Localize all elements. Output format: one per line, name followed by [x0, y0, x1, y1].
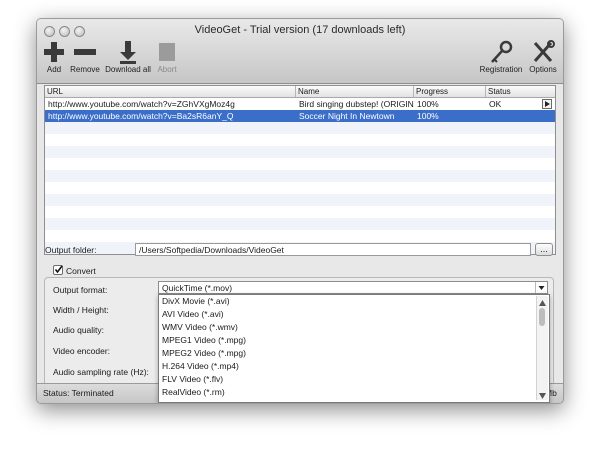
format-option[interactable]: MPEG1 Video (*.mpg) [162, 334, 246, 347]
browse-folder-button[interactable]: ... [535, 243, 553, 256]
download-all-button[interactable]: Download all [105, 39, 151, 81]
options-button[interactable]: Options [527, 39, 559, 81]
row-status: OK [489, 99, 502, 109]
empty-row [45, 182, 555, 194]
status-text: Status: Terminated [43, 388, 114, 398]
remove-button[interactable]: Remove [69, 39, 101, 81]
empty-row [45, 158, 555, 170]
scroll-up-arrow-icon[interactable] [539, 298, 546, 308]
table-header: URL Name Progress Status [45, 86, 555, 98]
row-name: Bird singing dubstep! (ORIGINAL) [299, 99, 414, 109]
column-header-progress[interactable]: Progress [414, 86, 486, 97]
row-progress: 100% [417, 111, 439, 121]
audio-sampling-rate-label: Audio sampling rate (Hz): [53, 367, 149, 377]
options-label: Options [529, 65, 557, 74]
abort-button[interactable]: Abort [153, 39, 181, 81]
app-window: VideoGet - Trial version (17 downloads l… [36, 18, 564, 404]
empty-row [45, 170, 555, 182]
abort-label: Abort [157, 65, 177, 74]
empty-row [45, 146, 555, 158]
stop-icon [153, 39, 181, 65]
empty-row [45, 206, 555, 218]
empty-row [45, 134, 555, 146]
output-format-label: Output format: [53, 285, 108, 295]
format-option[interactable]: RealVideo (*.rm) [162, 386, 225, 399]
add-label: Add [46, 65, 62, 74]
registration-label: Registration [479, 65, 523, 74]
format-option[interactable]: DivX Movie (*.avi) [162, 295, 230, 308]
format-option[interactable]: AVI Video (*.avi) [162, 308, 224, 321]
title-bar: VideoGet - Trial version (17 downloads l… [37, 19, 563, 84]
minus-icon [69, 39, 101, 65]
download-arrow-icon [105, 39, 151, 65]
window-title: VideoGet - Trial version (17 downloads l… [194, 24, 406, 36]
convert-label: Convert [66, 266, 96, 276]
row-url: http://www.youtube.com/watch?v=Ba2sR6anY… [48, 111, 234, 121]
convert-checkbox[interactable] [53, 265, 63, 275]
scroll-down-arrow-icon[interactable] [539, 391, 546, 401]
format-option[interactable]: MPEG2 Video (*.mpg) [162, 347, 246, 360]
table-row[interactable]: http://www.youtube.com/watch?v=ZGhVXgMoz… [45, 98, 555, 110]
row-progress: 100% [417, 99, 439, 109]
column-header-url[interactable]: URL [45, 86, 296, 97]
format-option[interactable]: H.264 Video (*.mp4) [162, 360, 239, 373]
row-status [486, 110, 555, 122]
width-height-label: Width / Height: [53, 305, 109, 315]
table-row[interactable]: http://www.youtube.com/watch?v=Ba2sR6anY… [45, 110, 555, 122]
row-url: http://www.youtube.com/watch?v=ZGhVXgMoz… [48, 99, 235, 109]
empty-row [45, 194, 555, 206]
format-option[interactable]: WMV Video (*.wmv) [162, 321, 238, 334]
downloads-table[interactable]: URL Name Progress Status http://www.yout… [44, 85, 556, 255]
video-encoder-label: Video encoder: [53, 346, 111, 356]
dropdown-arrow-icon [535, 282, 547, 293]
column-header-name[interactable]: Name [296, 86, 414, 97]
tools-icon [527, 39, 559, 65]
play-icon[interactable] [542, 99, 552, 109]
format-option[interactable]: FLV Video (*.flv) [162, 373, 223, 386]
download-all-label: Download all [105, 65, 151, 74]
row-name: Soccer Night In Newtown [299, 111, 395, 121]
remove-label: Remove [70, 65, 100, 74]
empty-row [45, 230, 555, 242]
output-format-value: QuickTime (*.mov) [162, 283, 233, 293]
scrollbar-thumb[interactable] [539, 308, 545, 326]
column-header-status[interactable]: Status [486, 86, 555, 97]
output-format-dropdown[interactable]: DivX Movie (*.avi) AVI Video (*.avi) WMV… [158, 294, 550, 403]
empty-row [45, 122, 555, 134]
output-folder-label: Output folder: [45, 245, 97, 255]
output-format-select[interactable]: QuickTime (*.mov) [158, 281, 548, 294]
key-icon [479, 39, 523, 65]
registration-button[interactable]: Registration [479, 39, 523, 81]
dropdown-scrollbar[interactable] [536, 296, 548, 400]
output-folder-field[interactable]: /Users/Softpedia/Downloads/VideoGet [135, 243, 531, 256]
add-button[interactable]: Add [41, 39, 67, 81]
plus-icon [41, 39, 67, 65]
audio-quality-label: Audio quality: [53, 325, 105, 335]
empty-row [45, 218, 555, 230]
